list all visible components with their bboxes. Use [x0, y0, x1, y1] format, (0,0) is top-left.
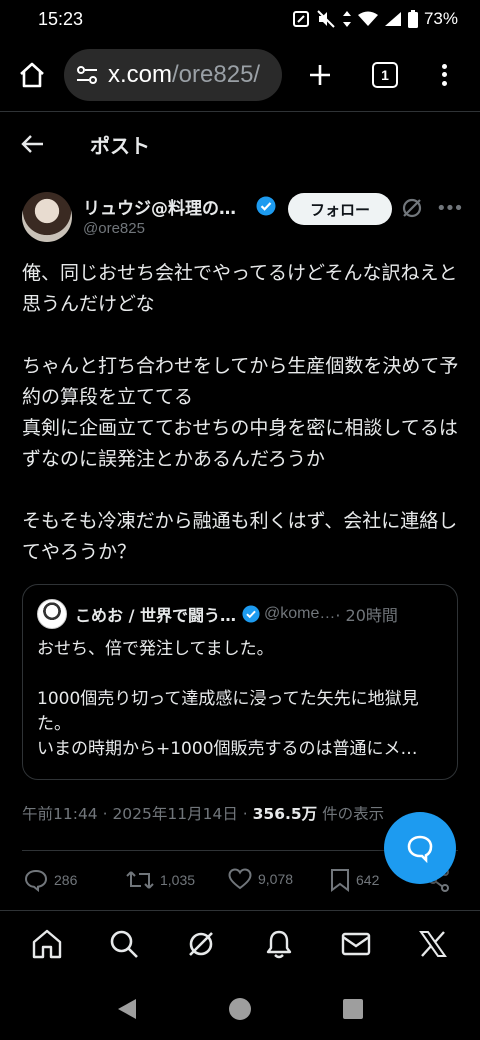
wifi-icon [357, 11, 378, 26]
grok-icon [189, 932, 214, 956]
bookmark-button[interactable]: 642 [330, 868, 379, 892]
new-tab-icon [310, 64, 330, 85]
notifications-icon [266, 930, 291, 959]
bottom-navigation [0, 911, 480, 977]
quoted-avatar [37, 599, 67, 629]
repost-icon [126, 871, 154, 889]
reply-icon [24, 869, 48, 892]
browser-toolbar: x.com/ore825/ 1 [0, 38, 480, 112]
quoted-text: おせち、倍で発注してました。 1000個売り切って達成感に浸ってた矢先に地獄見た… [37, 639, 419, 759]
new-tab-button[interactable] [304, 59, 336, 91]
view-count: 356.5万 [252, 805, 318, 823]
back-button[interactable] [20, 131, 46, 157]
nav-home[interactable] [27, 924, 67, 964]
avatar[interactable] [22, 192, 72, 242]
author-handle[interactable]: @ore825 [83, 220, 145, 237]
nav-x[interactable] [413, 924, 453, 964]
reply-count: 286 [54, 872, 78, 888]
quoted-time: · 20時間 [335, 606, 398, 625]
recents-icon[interactable] [342, 998, 364, 1020]
verified-badge-icon [256, 196, 276, 216]
reply-button[interactable]: 286 [24, 868, 77, 892]
follow-button[interactable]: フォロー [288, 193, 392, 225]
page-header: ポスト [0, 112, 480, 176]
quoted-post-header: こめお / 世界で闘う… @kome… · 20時間 [37, 599, 443, 629]
system-navigation [0, 977, 480, 1040]
nav-grok[interactable] [181, 924, 221, 964]
arrow-left-icon [21, 135, 43, 153]
post-author: リュウジ@料理の… @ore825 フォロー ••• [22, 190, 464, 246]
status-time: 15:23 [38, 8, 84, 29]
search-icon [110, 930, 138, 958]
site-settings-icon[interactable] [76, 65, 98, 85]
heart-icon [228, 868, 252, 890]
page-title: ポスト [90, 133, 150, 158]
tab-count: 1 [381, 66, 389, 83]
url-text: x.com/ore825/ [108, 60, 261, 88]
bookmark-count: 642 [356, 872, 380, 888]
tab-switcher-button[interactable]: 1 [372, 61, 398, 88]
home-circle-icon[interactable] [228, 997, 252, 1021]
repost-button[interactable]: 1,035 [126, 868, 195, 892]
battery-percent: 73% [423, 9, 458, 28]
nfc-icon [292, 11, 309, 27]
nav-messages[interactable] [336, 924, 376, 964]
x-logo-icon [419, 931, 448, 957]
signal-icon [384, 12, 401, 26]
like-button[interactable]: 9,078 [228, 868, 293, 890]
chat-bubble-icon [407, 835, 433, 863]
more-icon [441, 63, 447, 69]
nav-search[interactable] [104, 924, 144, 964]
mute-icon [317, 10, 335, 28]
browser-home-button[interactable] [16, 59, 48, 91]
grok-icon[interactable] [400, 196, 424, 220]
messages-icon [341, 932, 371, 956]
status-bar: 15:23 73% [0, 0, 480, 38]
bookmark-icon [331, 869, 349, 892]
battery-icon [407, 10, 418, 28]
verified-badge-icon [242, 605, 260, 623]
compose-reply-fab[interactable] [384, 812, 456, 884]
back-icon[interactable] [116, 997, 138, 1021]
address-bar[interactable]: x.com/ore825/ [64, 48, 282, 101]
like-count: 9,078 [258, 871, 294, 887]
quoted-author-handle: @kome… [264, 605, 336, 622]
home-icon [32, 929, 61, 959]
quoted-post[interactable]: こめお / 世界で闘う… @kome… · 20時間 おせち、倍で発注してました… [22, 584, 458, 780]
post-text: 俺、同じおせち会社でやってるけどそんな訳ねえと思うんだけどな ちゃんと打ち合わせ… [22, 262, 459, 563]
status-icons: 73% [292, 9, 458, 29]
data-arrows-icon [342, 11, 351, 27]
nav-notifications[interactable] [259, 924, 299, 964]
browser-menu-button[interactable] [438, 60, 450, 90]
author-name[interactable]: リュウジ@料理の… [83, 194, 236, 219]
view-count-suffix: 件の表示 [317, 805, 385, 823]
repost-count: 1,035 [160, 872, 196, 888]
home-icon [20, 62, 44, 87]
quoted-author-name: こめお / 世界で闘う… [75, 606, 236, 625]
more-options-icon[interactable]: ••• [436, 198, 464, 219]
post-timestamp[interactable]: 午前11:44 · 2025年11月14日 · [22, 805, 253, 823]
